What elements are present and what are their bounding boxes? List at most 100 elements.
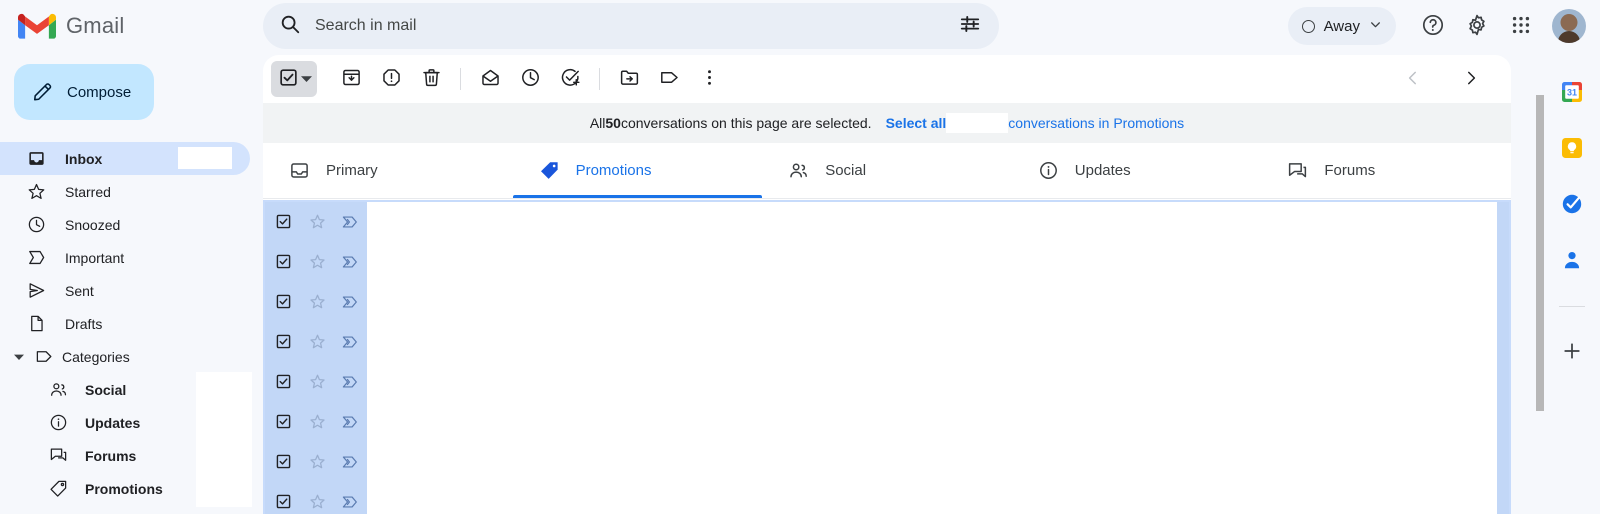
row-controls xyxy=(265,441,367,482)
tab-label: Promotions xyxy=(575,162,652,179)
select-all-conversations-link[interactable]: Select all xyxy=(886,115,947,131)
search-options-icon[interactable] xyxy=(959,13,981,40)
table-row[interactable] xyxy=(265,401,1509,442)
google-tasks-button[interactable] xyxy=(1559,192,1585,218)
row-checkbox[interactable] xyxy=(265,333,301,350)
row-checkbox[interactable] xyxy=(265,293,301,310)
table-row[interactable] xyxy=(265,361,1509,402)
sidebar-item-starred[interactable]: Starred xyxy=(0,175,250,208)
star-outline-icon[interactable] xyxy=(301,453,333,470)
tab-promotions[interactable]: Promotions xyxy=(512,143,763,198)
row-content[interactable] xyxy=(367,401,1497,442)
sidebar-item-label: Starred xyxy=(65,183,111,200)
table-row[interactable] xyxy=(265,281,1509,322)
google-calendar-button[interactable]: 31 xyxy=(1559,80,1585,106)
move-to-button[interactable] xyxy=(609,59,649,99)
row-content[interactable] xyxy=(367,281,1497,322)
important-marker-icon[interactable] xyxy=(333,214,367,230)
star-outline-icon[interactable] xyxy=(301,253,333,270)
row-checkbox[interactable] xyxy=(265,373,301,390)
star-outline-icon[interactable] xyxy=(301,413,333,430)
sidebar-item-important[interactable]: Important xyxy=(0,241,250,274)
important-marker-icon[interactable] xyxy=(333,454,367,470)
labels-button[interactable] xyxy=(649,59,689,99)
important-marker-icon[interactable] xyxy=(333,294,367,310)
row-content[interactable] xyxy=(367,321,1497,362)
search-box[interactable] xyxy=(263,3,999,49)
tab-updates[interactable]: Updates xyxy=(1012,143,1262,198)
sidebar-item-snoozed[interactable]: Snoozed xyxy=(0,208,250,241)
pagination xyxy=(1393,59,1505,99)
add-app-button[interactable] xyxy=(1559,339,1585,365)
important-marker-icon[interactable] xyxy=(333,254,367,270)
row-content[interactable] xyxy=(367,361,1497,402)
chevron-down-icon xyxy=(1369,18,1382,35)
table-row[interactable] xyxy=(265,441,1509,482)
more-options-button[interactable] xyxy=(689,59,729,99)
caret-down-icon[interactable] xyxy=(12,352,26,362)
newer-page-button[interactable] xyxy=(1393,59,1433,99)
banner-middle: conversations on this page are selected. xyxy=(620,115,872,131)
search-input[interactable] xyxy=(315,17,945,35)
help-button[interactable] xyxy=(1412,5,1454,47)
select-all-checkbox-button[interactable] xyxy=(271,61,317,97)
table-row[interactable] xyxy=(265,321,1509,362)
google-contacts-button[interactable] xyxy=(1559,248,1585,274)
table-row[interactable] xyxy=(265,241,1509,282)
google-keep-button[interactable] xyxy=(1559,136,1585,162)
important-marker-icon[interactable] xyxy=(333,374,367,390)
snooze-button[interactable] xyxy=(510,59,550,99)
row-content[interactable] xyxy=(367,481,1497,514)
status-chip[interactable]: Away xyxy=(1287,7,1396,45)
caret-down-icon[interactable] xyxy=(301,72,312,87)
row-controls xyxy=(265,401,367,442)
sidebar-item-inbox[interactable]: Inbox xyxy=(0,142,250,175)
important-marker-icon[interactable] xyxy=(333,494,367,510)
row-checkbox[interactable] xyxy=(265,493,301,510)
banner-tail-link[interactable]: conversations in Promotions xyxy=(1008,115,1184,131)
tab-label: Updates xyxy=(1074,162,1131,179)
row-checkbox[interactable] xyxy=(265,213,301,230)
tab-forums[interactable]: Forums xyxy=(1261,143,1511,198)
help-icon xyxy=(1421,13,1445,40)
archive-button[interactable] xyxy=(331,59,371,99)
important-marker-icon[interactable] xyxy=(333,334,367,350)
star-outline-icon[interactable] xyxy=(301,213,333,230)
important-marker-icon[interactable] xyxy=(333,414,367,430)
row-controls xyxy=(265,481,367,514)
row-checkbox[interactable] xyxy=(265,413,301,430)
delete-button[interactable] xyxy=(411,59,451,99)
star-outline-icon[interactable] xyxy=(301,293,333,310)
sidebar-item-categories[interactable]: Categories xyxy=(0,340,250,373)
banner-prefix: All xyxy=(589,115,606,131)
star-outline-icon[interactable] xyxy=(301,493,333,510)
google-apps-button[interactable] xyxy=(1500,5,1542,47)
older-page-button[interactable] xyxy=(1451,59,1491,99)
gmail-logo-icon xyxy=(18,11,56,41)
mark-unread-button[interactable] xyxy=(470,59,510,99)
avatar[interactable] xyxy=(1552,9,1586,43)
chevron-left-icon xyxy=(1404,69,1422,90)
checkbox-checked-icon xyxy=(278,67,299,91)
row-content[interactable] xyxy=(367,241,1497,282)
tab-social[interactable]: Social xyxy=(762,143,1012,198)
clock-icon xyxy=(520,67,541,91)
compose-button[interactable]: Compose xyxy=(14,64,154,120)
tab-primary[interactable]: Primary xyxy=(263,143,513,198)
sidebar-item-sent[interactable]: Sent xyxy=(0,274,250,307)
report-spam-button[interactable] xyxy=(371,59,411,99)
row-checkbox[interactable] xyxy=(265,253,301,270)
row-selection-strip xyxy=(1497,281,1509,322)
add-to-tasks-button[interactable] xyxy=(550,59,590,99)
sidebar-item-label: Inbox xyxy=(65,150,103,167)
table-row[interactable] xyxy=(265,481,1509,514)
row-content[interactable] xyxy=(367,201,1497,242)
star-outline-icon[interactable] xyxy=(301,333,333,350)
row-checkbox[interactable] xyxy=(265,453,301,470)
table-row[interactable] xyxy=(265,201,1509,242)
row-content[interactable] xyxy=(367,441,1497,482)
settings-button[interactable] xyxy=(1456,5,1498,47)
sidebar-item-drafts[interactable]: Drafts xyxy=(0,307,250,340)
top-bar: Gmail Search in mail Away xyxy=(0,0,1600,52)
star-outline-icon[interactable] xyxy=(301,373,333,390)
